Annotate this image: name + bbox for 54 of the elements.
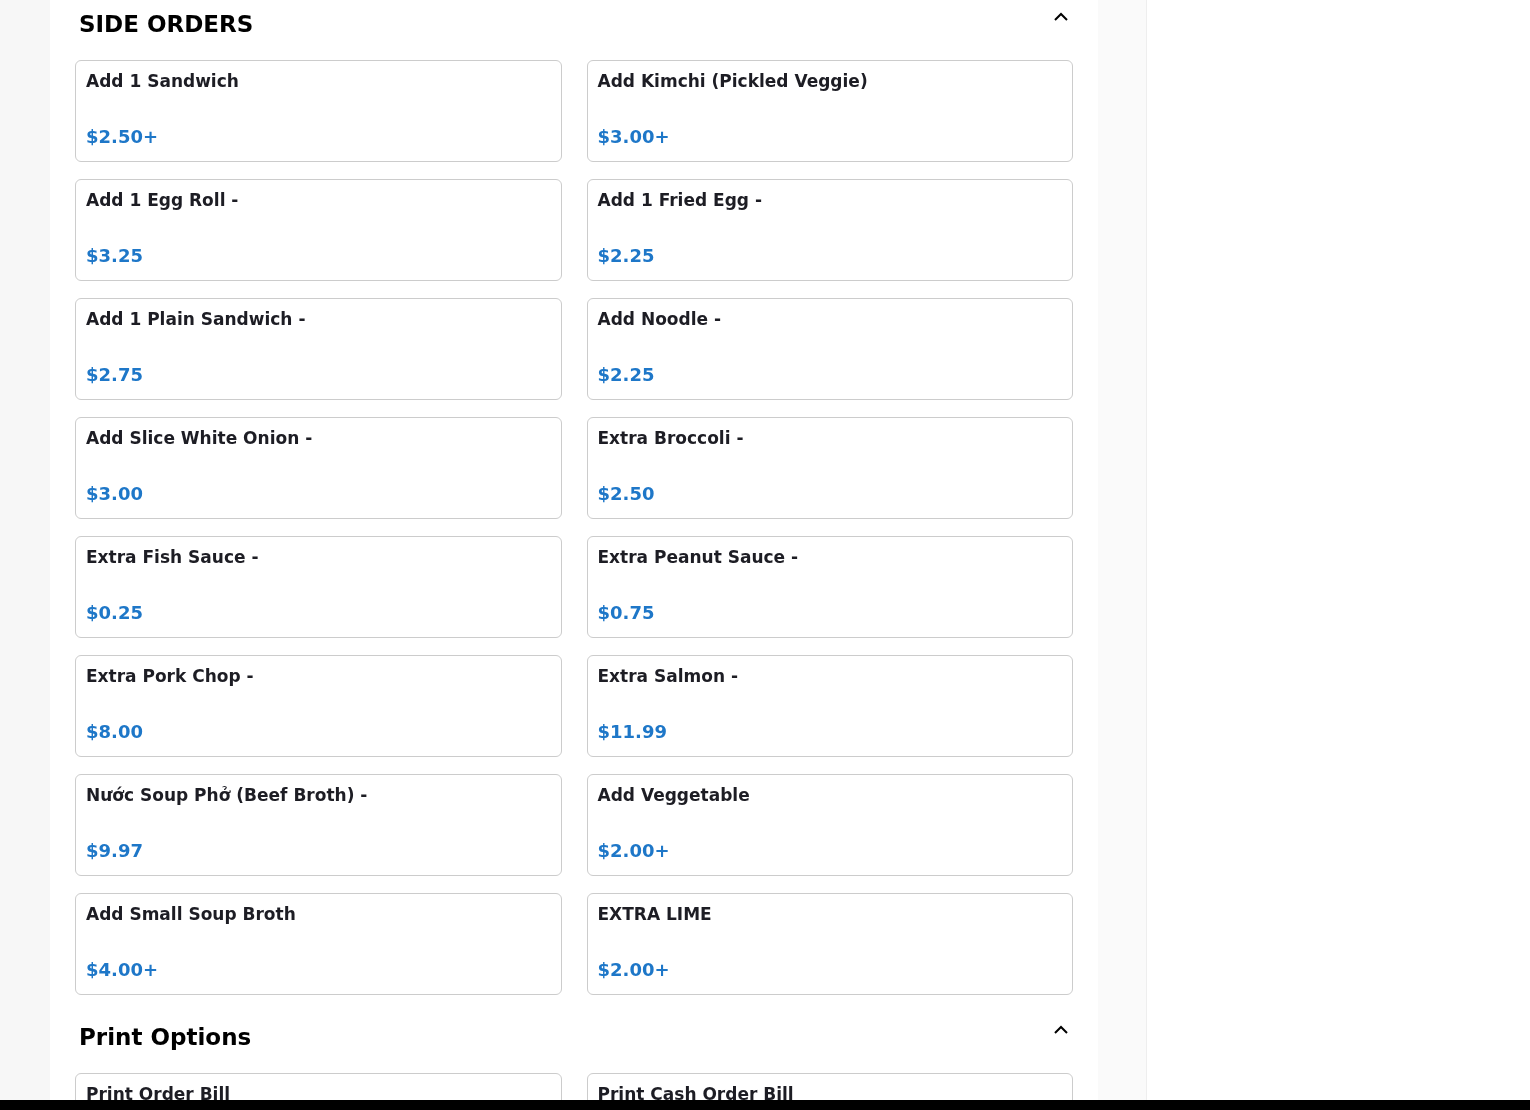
- item-name: Print Cash Order Bill: [597, 1084, 795, 1104]
- item-name: EXTRA LIME: [597, 904, 713, 924]
- item-name: Add Veggetable: [597, 785, 751, 805]
- section-title: Print Options: [79, 1023, 252, 1052]
- item-name: Add Slice White Onion -: [86, 428, 314, 448]
- menu-item-card[interactable]: EXTRA LIME $2.00+: [586, 893, 1073, 995]
- item-price: $2.00+: [597, 840, 671, 862]
- menu-item-card[interactable]: Add Small Soup Broth $4.00+: [75, 893, 562, 995]
- item-name: Add Kimchi (Pickled Veggie): [597, 71, 869, 91]
- menu-item-card[interactable]: Add 1 Egg Roll - $3.25: [75, 179, 562, 281]
- item-price: $9.97: [86, 840, 144, 862]
- item-price: $2.25: [597, 245, 656, 267]
- menu-item-card[interactable]: Extra Pork Chop - $8.00: [75, 655, 562, 757]
- menu-item-card[interactable]: Add Kimchi (Pickled Veggie) $3.00+: [586, 60, 1073, 162]
- item-name: Add 1 Fried Egg -: [597, 190, 763, 210]
- item-price: $2.50+: [86, 126, 160, 148]
- item-price: $11.99: [597, 721, 668, 743]
- item-name: Add 1 Sandwich: [86, 71, 240, 91]
- menu-item-card[interactable]: Extra Peanut Sauce - $0.75: [586, 536, 1073, 638]
- item-name: Add 1 Egg Roll -: [86, 190, 240, 210]
- menu-item-card[interactable]: Add Slice White Onion - $3.00: [75, 417, 562, 519]
- chevron-icon[interactable]: [1053, 1025, 1069, 1035]
- item-name: Add Small Soup Broth: [86, 904, 297, 924]
- menu-item-card[interactable]: Add 1 Fried Egg - $2.25: [586, 179, 1073, 281]
- item-price: $0.25: [86, 602, 144, 624]
- item-price: $3.00+: [597, 126, 671, 148]
- menu-item-card[interactable]: Extra Salmon - $11.99: [586, 655, 1073, 757]
- item-name: Add Noodle -: [597, 309, 722, 329]
- item-name: Extra Broccoli -: [597, 428, 745, 448]
- item-price: $8.00: [86, 721, 144, 743]
- menu-item-card[interactable]: Add Noodle - $2.25: [586, 298, 1073, 400]
- item-price: $3.25: [86, 245, 144, 267]
- item-price: $4.00+: [86, 959, 160, 981]
- item-price: $3.00: [86, 483, 144, 505]
- item-price: $2.00+: [597, 959, 671, 981]
- item-name: Add 1 Plain Sandwich -: [86, 309, 307, 329]
- item-name: Extra Salmon -: [597, 666, 739, 686]
- section-title: SIDE ORDERS: [79, 10, 254, 39]
- chevron-icon[interactable]: [1053, 12, 1069, 22]
- menu-item-card[interactable]: Extra Broccoli - $2.50: [586, 417, 1073, 519]
- item-name: Nước Soup Phở (Beef Broth) -: [86, 785, 369, 805]
- item-name: Extra Peanut Sauce -: [597, 547, 800, 567]
- menu-item-card[interactable]: Nước Soup Phở (Beef Broth) - $9.97: [75, 774, 562, 876]
- menu-item-card[interactable]: Add 1 Sandwich $2.50+: [75, 60, 562, 162]
- item-name: Print Order Bill: [86, 1084, 232, 1104]
- item-price: $2.25: [597, 364, 656, 386]
- item-name: Extra Fish Sauce -: [86, 547, 260, 567]
- item-price: $0.75: [597, 602, 656, 624]
- item-name: Extra Pork Chop -: [86, 666, 255, 686]
- menu-item-card[interactable]: Extra Fish Sauce - $0.25: [75, 536, 562, 638]
- item-price: $2.75: [86, 364, 144, 386]
- menu-item-card[interactable]: Add Veggetable $2.00+: [586, 774, 1073, 876]
- item-price: $2.50: [597, 483, 656, 505]
- menu-item-card[interactable]: Add 1 Plain Sandwich - $2.75: [75, 298, 562, 400]
